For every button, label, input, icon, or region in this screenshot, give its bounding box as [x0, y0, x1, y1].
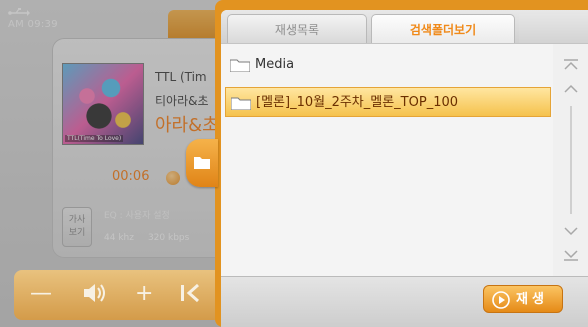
- tab-search-folder[interactable]: 검색폴더보기: [371, 14, 515, 44]
- play-button-label: 재생: [516, 292, 548, 307]
- folder-icon: [230, 59, 250, 72]
- scroll-up-button[interactable]: [562, 82, 580, 96]
- volume-down-button[interactable]: —: [30, 282, 52, 306]
- scroll-bottom-button[interactable]: [562, 248, 580, 262]
- play-button[interactable]: 재생: [483, 285, 563, 313]
- folder-icon: [231, 97, 251, 110]
- file-list: Media [멜론]_10월_2주차_멜론_TOP_100: [221, 44, 551, 276]
- previous-button[interactable]: [178, 282, 204, 309]
- panel-handle[interactable]: [186, 139, 218, 187]
- list-item-melon-top100[interactable]: [멜론]_10월_2주차_멜론_TOP_100: [225, 87, 551, 117]
- scroll-track[interactable]: [570, 106, 572, 214]
- previous-icon: [181, 283, 199, 303]
- scroll-down-button[interactable]: [562, 224, 580, 238]
- list-item-media[interactable]: Media: [225, 50, 551, 80]
- list-item-label: Media: [255, 57, 295, 72]
- list-item-label: [멜론]_10월_2주차_멜론_TOP_100: [256, 95, 459, 110]
- tab-bar-filler: [519, 14, 588, 44]
- tab-playlist[interactable]: 재생목록: [227, 14, 367, 44]
- speaker-icon[interactable]: [82, 282, 108, 310]
- scroll-top-button[interactable]: [562, 58, 580, 72]
- volume-up-button[interactable]: +: [135, 282, 153, 306]
- folder-icon: [194, 157, 210, 169]
- play-icon: [492, 291, 510, 309]
